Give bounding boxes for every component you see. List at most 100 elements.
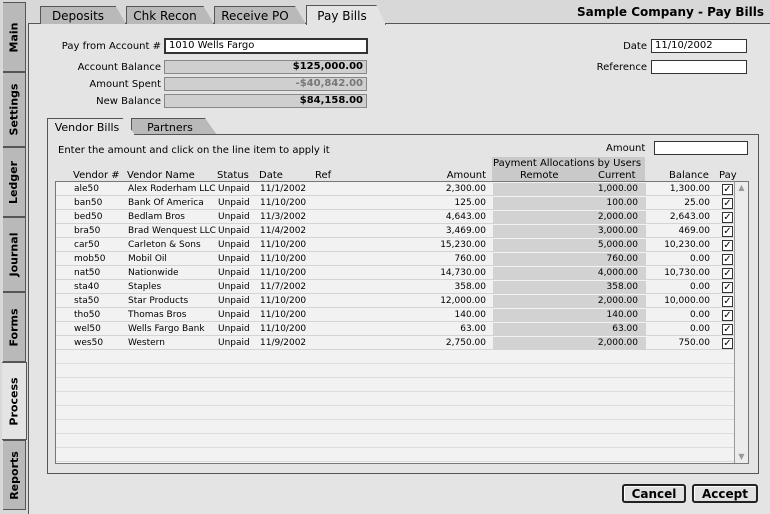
- cell-amount: 140.00: [454, 310, 487, 320]
- pay-bills-window: Main Settings Ledger Journal Forms Proce…: [0, 0, 770, 514]
- cell-vendor: ban50: [74, 198, 103, 208]
- scroll-down-icon[interactable]: ▼: [736, 452, 747, 462]
- table-row[interactable]: mob50 Mobil Oil Unpaid 11/10/200 760.00 760.0…: [56, 253, 734, 266]
- tab-chk-recon[interactable]: Chk Recon: [126, 6, 214, 24]
- pay-checkbox[interactable]: ✓: [722, 324, 733, 335]
- cell-status: Unpaid: [218, 338, 250, 348]
- pay-checkbox[interactable]: ✓: [722, 310, 733, 321]
- cell-balance: 10,230.00: [664, 240, 710, 250]
- cell-vendor: tho50: [74, 310, 101, 320]
- reference-label: Reference: [596, 62, 647, 73]
- pay-checkbox[interactable]: ✓: [722, 240, 733, 251]
- cancel-button[interactable]: Cancel: [622, 484, 686, 503]
- col-balance[interactable]: Balance: [669, 170, 709, 181]
- table-row[interactable]: tho50 Thomas Bros Unpaid 11/10/200 140.00 140…: [56, 309, 734, 322]
- cell-date: 11/1/2002: [260, 184, 307, 194]
- side-tab-label: Forms: [7, 307, 21, 347]
- scroll-up-icon[interactable]: ▲: [736, 183, 747, 193]
- col-current[interactable]: Current: [598, 170, 636, 181]
- col-amount[interactable]: Amount: [440, 170, 486, 181]
- side-tab-journal[interactable]: Journal: [3, 217, 26, 292]
- table-row[interactable]: wel50 Wells Fargo Bank Unpaid 11/10/200 63.0…: [56, 323, 734, 336]
- pay-checkbox[interactable]: ✓: [722, 338, 733, 349]
- col-vendor-name[interactable]: Vendor Name: [127, 170, 195, 181]
- pay-checkbox[interactable]: ✓: [722, 184, 733, 195]
- cell-current: 2,000.00: [597, 296, 638, 306]
- cell-status: Unpaid: [218, 282, 250, 292]
- reference-field[interactable]: [651, 60, 747, 74]
- amount-entry-field[interactable]: [654, 141, 748, 155]
- side-tab-label: Reports: [7, 450, 21, 500]
- table-row[interactable]: nat50 Nationwide Unpaid 11/10/200 14,730.00 4…: [56, 267, 734, 280]
- side-tab-main[interactable]: Main: [3, 2, 26, 72]
- cell-amount: 3,469.00: [445, 226, 486, 236]
- accept-button[interactable]: Accept: [692, 484, 758, 503]
- cell-vendor: nat50: [74, 268, 101, 278]
- side-tab-process[interactable]: Process: [2, 362, 27, 440]
- cell-status: Unpaid: [218, 254, 250, 264]
- empty-row: [56, 379, 734, 392]
- table-row[interactable]: wes50 Western Unpaid 11/9/2002 2,750.00 2,000…: [56, 337, 734, 350]
- cell-status: Unpaid: [218, 198, 250, 208]
- side-tab-forms[interactable]: Forms: [3, 292, 26, 362]
- cell-date: 11/3/2002: [260, 212, 307, 222]
- side-tab-reports[interactable]: Reports: [3, 440, 26, 510]
- cell-balance: 0.00: [689, 324, 710, 334]
- tab-deposits[interactable]: Deposits: [40, 6, 126, 24]
- window-title: Sample Company - Pay Bills: [576, 5, 764, 19]
- cell-date: 11/10/200: [260, 198, 307, 208]
- cell-amount: 125.00: [454, 198, 487, 208]
- cell-amount: 2,750.00: [445, 338, 486, 348]
- cell-amount: 15,230.00: [440, 240, 486, 250]
- cell-vendor: car50: [74, 240, 100, 250]
- tab-pay-bills[interactable]: Pay Bills: [306, 5, 386, 25]
- cell-date: 11/7/2002: [260, 282, 307, 292]
- pay-checkbox[interactable]: ✓: [722, 254, 733, 265]
- pay-checkbox[interactable]: ✓: [722, 296, 733, 307]
- cell-balance: 469.00: [678, 226, 711, 236]
- tab-label: Chk Recon: [133, 8, 197, 23]
- date-label: Date: [623, 41, 647, 52]
- cell-current: 2,000.00: [597, 338, 638, 348]
- pay-checkbox[interactable]: ✓: [722, 268, 733, 279]
- side-tab-settings[interactable]: Settings: [3, 72, 26, 147]
- table-row[interactable]: bed50 Bedlam Bros Unpaid 11/3/2002 4,643.00 2…: [56, 211, 734, 224]
- cell-date: 11/10/200: [260, 324, 307, 334]
- cell-status: Unpaid: [218, 310, 250, 320]
- pay-checkbox[interactable]: ✓: [722, 198, 733, 209]
- pay-checkbox[interactable]: ✓: [722, 282, 733, 293]
- col-ref[interactable]: Ref: [315, 170, 331, 181]
- table-row[interactable]: bra50 Brad Wenquest LLC Unpaid 11/4/2002 3,4…: [56, 225, 734, 238]
- pay-from-account-field[interactable]: 1010 Wells Fargo: [164, 38, 368, 54]
- cell-balance: 0.00: [689, 254, 710, 264]
- cell-balance: 10,730.00: [664, 268, 710, 278]
- col-status[interactable]: Status: [217, 170, 249, 181]
- table-row[interactable]: ban50 Bank Of America Unpaid 11/10/200 125.0…: [56, 197, 734, 210]
- cell-status: Unpaid: [218, 240, 250, 250]
- table-row[interactable]: sta50 Star Products Unpaid 11/10/200 12,000.…: [56, 295, 734, 308]
- col-remote[interactable]: Remote: [520, 170, 559, 181]
- pay-checkbox[interactable]: ✓: [722, 212, 733, 223]
- cell-vendor: sta40: [74, 282, 100, 292]
- side-tab-label: Journal: [7, 232, 21, 277]
- tab-label: Deposits: [51, 8, 105, 23]
- table-row[interactable]: car50 Carleton & Sons Unpaid 11/10/200 15,23…: [56, 239, 734, 252]
- date-field[interactable]: 11/10/2002: [651, 39, 747, 53]
- col-date[interactable]: Date: [259, 170, 283, 181]
- table-row[interactable]: ale50 Alex Roderham LLC Unpaid 11/1/2002 2,3…: [56, 183, 734, 196]
- side-tab-ledger[interactable]: Ledger: [3, 147, 26, 217]
- cell-name: Wells Fargo Bank: [128, 324, 205, 334]
- col-pay[interactable]: Pay: [719, 170, 737, 181]
- pay-checkbox[interactable]: ✓: [722, 226, 733, 237]
- tab-partners[interactable]: Partners: [131, 118, 217, 135]
- cell-amount: 2,300.00: [445, 184, 486, 194]
- cell-status: Unpaid: [218, 268, 250, 278]
- table-row[interactable]: sta40 Staples Unpaid 11/7/2002 358.00 358.00 0…: [56, 281, 734, 294]
- col-vendor[interactable]: Vendor #: [73, 170, 120, 181]
- tab-receive-po[interactable]: Receive PO: [214, 6, 306, 24]
- empty-row: [56, 435, 734, 448]
- pay-from-label: Pay from Account #: [61, 41, 161, 52]
- grid-scrollbar[interactable]: ▲ ▼: [734, 182, 748, 463]
- tab-vendor-bills[interactable]: Vendor Bills: [47, 118, 135, 135]
- empty-row: [56, 393, 734, 406]
